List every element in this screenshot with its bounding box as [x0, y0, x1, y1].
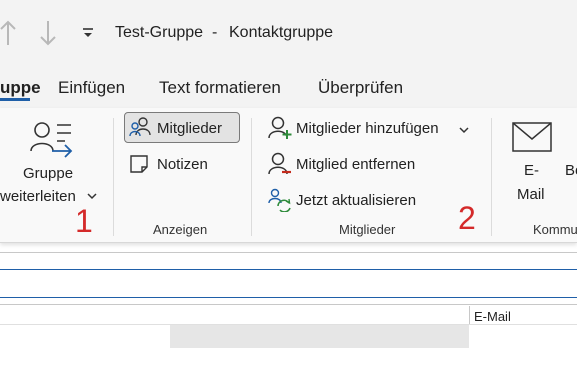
refresh-members-label: Jetzt aktualisieren: [296, 192, 417, 209]
window-title-type: Kontaktgruppe: [229, 24, 334, 41]
remove-member-button[interactable]: Mitglied entfernen: [262, 150, 442, 178]
window-title-separator: -: [212, 24, 218, 41]
empty-list-row: [170, 325, 469, 348]
group-divider: [113, 118, 114, 236]
partial-ribbon-button[interactable]: Be: [565, 162, 577, 179]
notes-button[interactable]: Notizen: [124, 150, 240, 178]
title-bar: Test-Gruppe - Kontaktgruppe: [0, 0, 577, 68]
ribbon: Gruppe weiterleiten 1 Mitglieder Notizen…: [0, 108, 577, 243]
ribbon-tabs: uppe Einfügen Text formatieren Überprüfe…: [0, 68, 577, 108]
step-marker-1: 1: [75, 203, 93, 239]
anzeigen-group-label: Anzeigen: [153, 222, 208, 237]
add-member-icon: [268, 116, 292, 140]
tab-gruppe[interactable]: uppe: [0, 78, 41, 98]
step-marker-2: 2: [458, 200, 476, 236]
add-members-label: Mitglieder hinzufügen: [296, 120, 439, 137]
window-title-name: Test-Gruppe: [115, 24, 204, 41]
notes-icon: [130, 155, 148, 173]
field-underline[interactable]: [0, 269, 577, 270]
refresh-members-button[interactable]: Jetzt aktualisieren: [262, 186, 442, 214]
mail-envelope-icon: [512, 122, 552, 152]
forward-group-label-line1: Gruppe: [23, 165, 74, 182]
email-button[interactable]: E- Mail: [500, 118, 562, 212]
members-button[interactable]: Mitglieder: [124, 112, 240, 143]
list-header-top-border: [0, 304, 577, 305]
mitglieder-group-label: Mitglieder: [339, 222, 396, 237]
remove-member-label: Mitglied entfernen: [296, 156, 416, 173]
tab-text-formatieren[interactable]: Text formatieren: [159, 78, 281, 98]
kommunizieren-group-label: Kommu: [533, 222, 577, 237]
down-arrow-icon[interactable]: [37, 18, 59, 48]
forward-group-button[interactable]: Gruppe weiterleiten: [0, 108, 110, 242]
email-label-line2: Mail: [517, 186, 545, 203]
forward-group-label-line2: weiterleiten: [0, 188, 76, 205]
refresh-members-icon: [268, 188, 292, 212]
customize-qat-icon[interactable]: [81, 26, 95, 40]
field-underline[interactable]: [0, 297, 577, 298]
group-divider: [251, 118, 252, 236]
chevron-down-icon: [87, 192, 97, 200]
email-label-line1: E-: [524, 162, 539, 179]
notes-button-label: Notizen: [157, 156, 208, 173]
members-icon: [129, 116, 151, 138]
tab-einfuegen[interactable]: Einfügen: [58, 78, 125, 98]
tab-ueberpruefen[interactable]: Überprüfen: [318, 78, 403, 98]
up-arrow-icon[interactable]: [0, 18, 22, 48]
remove-member-icon: [268, 152, 292, 176]
column-divider[interactable]: [469, 306, 470, 324]
add-members-button[interactable]: Mitglieder hinzufügen: [262, 114, 474, 142]
active-tab-indicator: [0, 98, 30, 101]
forward-group-icon: [30, 121, 74, 161]
members-button-label: Mitglieder: [157, 120, 223, 137]
group-divider: [491, 118, 492, 236]
divider-line: [0, 252, 577, 253]
chevron-down-icon: [459, 126, 469, 134]
column-header-email[interactable]: E-Mail: [474, 309, 511, 324]
